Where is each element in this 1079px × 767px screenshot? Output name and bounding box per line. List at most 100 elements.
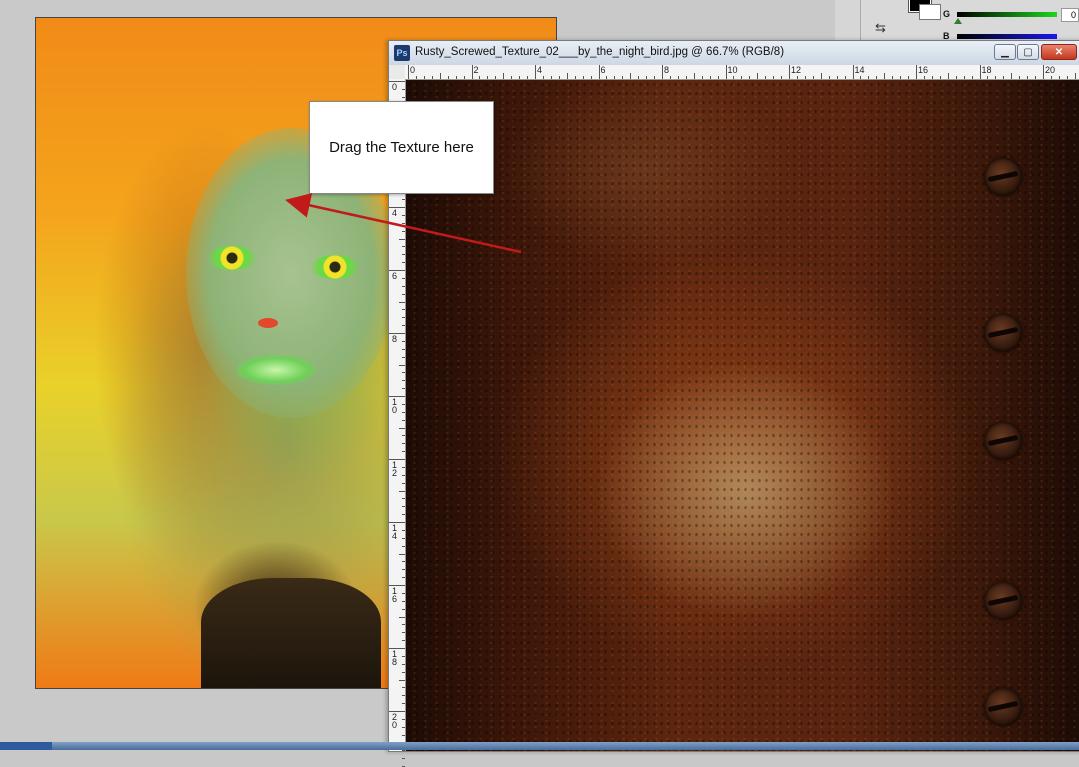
instruction-callout: Drag the Texture here (309, 101, 494, 194)
ruler-tick (402, 577, 405, 579)
ruler-tick (654, 76, 656, 79)
ruler-tick (402, 411, 405, 413)
ruler-tick (789, 65, 790, 79)
ruler-tick (955, 76, 957, 79)
ruler-tick (884, 73, 886, 79)
ruler-tick (415, 76, 417, 79)
close-icon[interactable]: ✕ (1041, 44, 1077, 60)
screw-2 (984, 314, 1022, 352)
ruler-tick (402, 545, 405, 547)
ruler-tick (487, 76, 489, 79)
ruler-tick (519, 76, 521, 79)
ruler-top-label: 20 (1045, 65, 1056, 75)
ruler-top-label: 18 (981, 65, 992, 75)
ruler-tick (402, 482, 405, 484)
ruler-tick (402, 293, 405, 295)
ruler-tick (796, 76, 798, 79)
b-channel-slider[interactable] (957, 34, 1057, 39)
ruler-tick (606, 76, 608, 79)
ruler-tick (402, 498, 405, 500)
ruler-tick (447, 76, 449, 79)
ruler-tick (389, 648, 405, 649)
ruler-tick (399, 427, 405, 429)
ruler-tick (463, 76, 465, 79)
ruler-tick (479, 76, 481, 79)
ruler-tick (812, 76, 814, 79)
ruler-top-label: 4 (537, 65, 543, 75)
ruler-tick (399, 364, 405, 366)
ruler-tick (1003, 76, 1005, 79)
ruler-tick (860, 76, 862, 79)
ruler-tick (947, 73, 949, 79)
ruler-tick (638, 76, 640, 79)
ruler-tick (582, 76, 584, 79)
ruler-tick (402, 419, 405, 421)
ruler-tick (402, 317, 405, 319)
texture-canvas[interactable] (406, 80, 1079, 751)
ruler-top-label: 6 (600, 65, 606, 75)
ruler-tick (402, 372, 405, 374)
ruler-tick (402, 199, 405, 201)
ruler-tick (820, 73, 822, 79)
start-button[interactable] (0, 742, 52, 750)
ruler-tick (399, 490, 405, 492)
minimize-icon[interactable]: ▁ (994, 44, 1016, 60)
ruler-tick (402, 435, 405, 437)
background-color-swatch[interactable] (919, 4, 941, 20)
ruler-tick (757, 73, 759, 79)
ruler-tick (646, 76, 648, 79)
taskbar (0, 742, 1079, 750)
ruler-tick (1043, 65, 1044, 79)
ruler-tick (402, 230, 405, 232)
ruler-tick (402, 214, 405, 216)
ruler-tick (916, 65, 917, 79)
ruler-tick (781, 76, 783, 79)
g-channel-slider[interactable] (957, 12, 1057, 17)
ruler-tick (765, 76, 767, 79)
ruler-tick (709, 76, 711, 79)
ruler-tick (399, 553, 405, 555)
ruler-tick (558, 76, 560, 79)
g-slider-thumb[interactable] (954, 18, 962, 24)
ruler-tick (389, 585, 405, 586)
ruler-tick (725, 65, 727, 79)
ruler-tick (535, 65, 536, 79)
ruler-left-label: 4 (392, 208, 398, 218)
ruler-tick (402, 262, 405, 264)
screw-5 (984, 688, 1022, 726)
ruler-tick (408, 65, 409, 79)
ruler-tick (828, 76, 830, 79)
ruler-left-label: 14 (392, 523, 398, 541)
ruler-tick (423, 76, 425, 79)
callout-text: Drag the Texture here (329, 139, 474, 156)
rust-texture (406, 80, 1079, 751)
horizontal-ruler[interactable]: 0 2 4 6 8 10 12 14 16 18 20 (405, 65, 1079, 80)
ruler-tick (402, 734, 405, 736)
ruler-tick (892, 76, 894, 79)
ruler-tick (471, 65, 473, 79)
ruler-tick (402, 506, 405, 508)
ruler-tick (402, 277, 405, 279)
document-title: Rusty_Screwed_Texture_02___by_the_night_… (415, 46, 785, 58)
ruler-origin[interactable] (389, 65, 406, 80)
ruler-tick (399, 679, 405, 681)
eyedropper-icon[interactable]: ⇆ (875, 20, 886, 36)
ruler-tick (1035, 76, 1037, 79)
ruler-tick (402, 600, 405, 602)
ruler-tick (598, 65, 600, 79)
ruler-tick (389, 81, 405, 82)
maximize-icon[interactable]: ▢ (1017, 44, 1039, 60)
lips (236, 355, 316, 385)
ruler-tick (987, 76, 989, 79)
ruler-tick (402, 592, 405, 594)
ruler-tick (804, 76, 806, 79)
document-titlebar[interactable]: Ps Rusty_Screwed_Texture_02___by_the_nig… (389, 41, 1079, 66)
ruler-tick (389, 522, 405, 523)
g-channel-value[interactable]: 0 (1061, 8, 1079, 22)
ruler-tick (402, 285, 405, 287)
ruler-tick (455, 76, 457, 79)
ruler-tick (402, 703, 405, 705)
ruler-tick (402, 687, 405, 689)
ruler-tick (923, 76, 925, 79)
ruler-tick (693, 73, 695, 79)
